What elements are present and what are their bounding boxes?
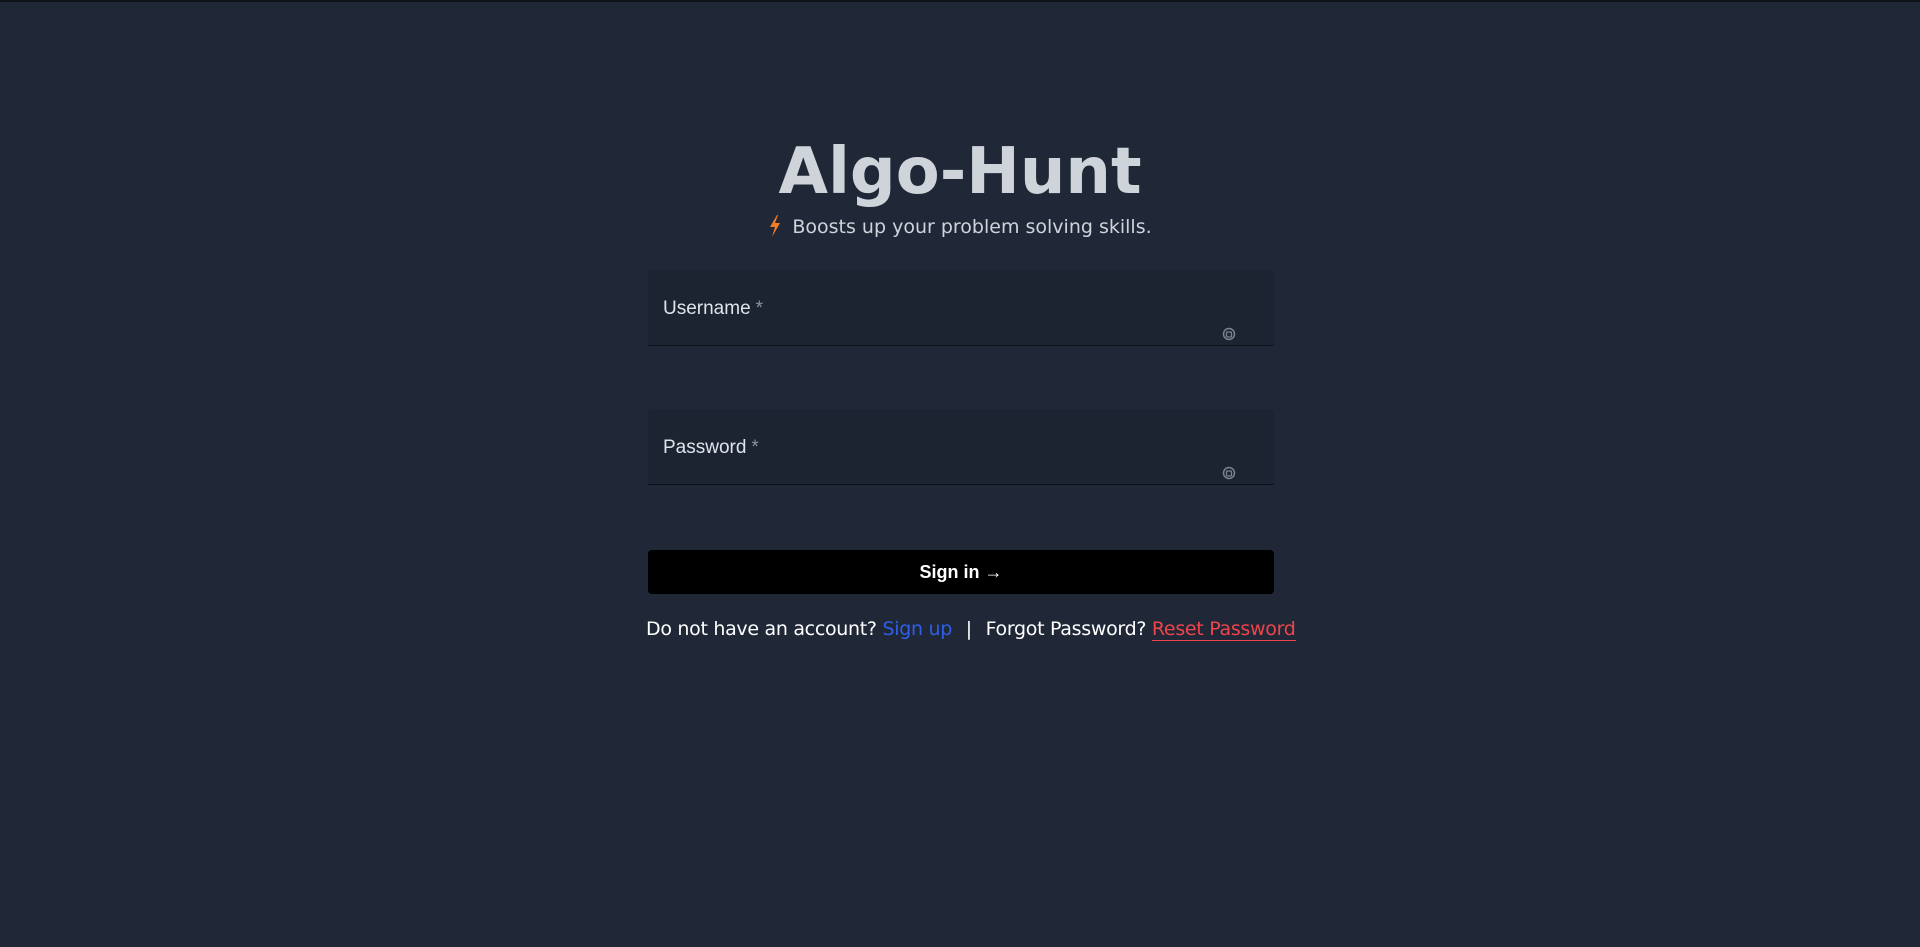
top-border bbox=[0, 0, 1920, 2]
forgot-password-text: Forgot Password? bbox=[985, 618, 1147, 640]
links-separator: | bbox=[965, 618, 972, 640]
password-input[interactable] bbox=[663, 453, 1207, 481]
reset-password-link[interactable]: Reset Password bbox=[1151, 618, 1296, 641]
no-account-text: Do not have an account? bbox=[646, 618, 877, 640]
password-field[interactable]: Password * bbox=[648, 409, 1274, 485]
account-links: Do not have an account? Sign up | Forgot… bbox=[646, 614, 1296, 644]
tagline-text: Boosts up your problem solving skills. bbox=[792, 216, 1152, 238]
sign-up-link[interactable]: Sign up bbox=[882, 618, 952, 640]
lightning-bolt-icon bbox=[770, 215, 781, 237]
app-tagline: Boosts up your problem solving skills. bbox=[646, 212, 1274, 242]
username-input[interactable] bbox=[663, 314, 1207, 342]
password-manager-icon[interactable] bbox=[1222, 466, 1236, 480]
app-title: Algo-Hunt bbox=[778, 135, 1142, 209]
username-field[interactable]: Username * bbox=[648, 270, 1274, 346]
password-manager-icon[interactable] bbox=[1222, 327, 1236, 341]
sign-in-button[interactable]: Sign in → bbox=[648, 550, 1274, 594]
